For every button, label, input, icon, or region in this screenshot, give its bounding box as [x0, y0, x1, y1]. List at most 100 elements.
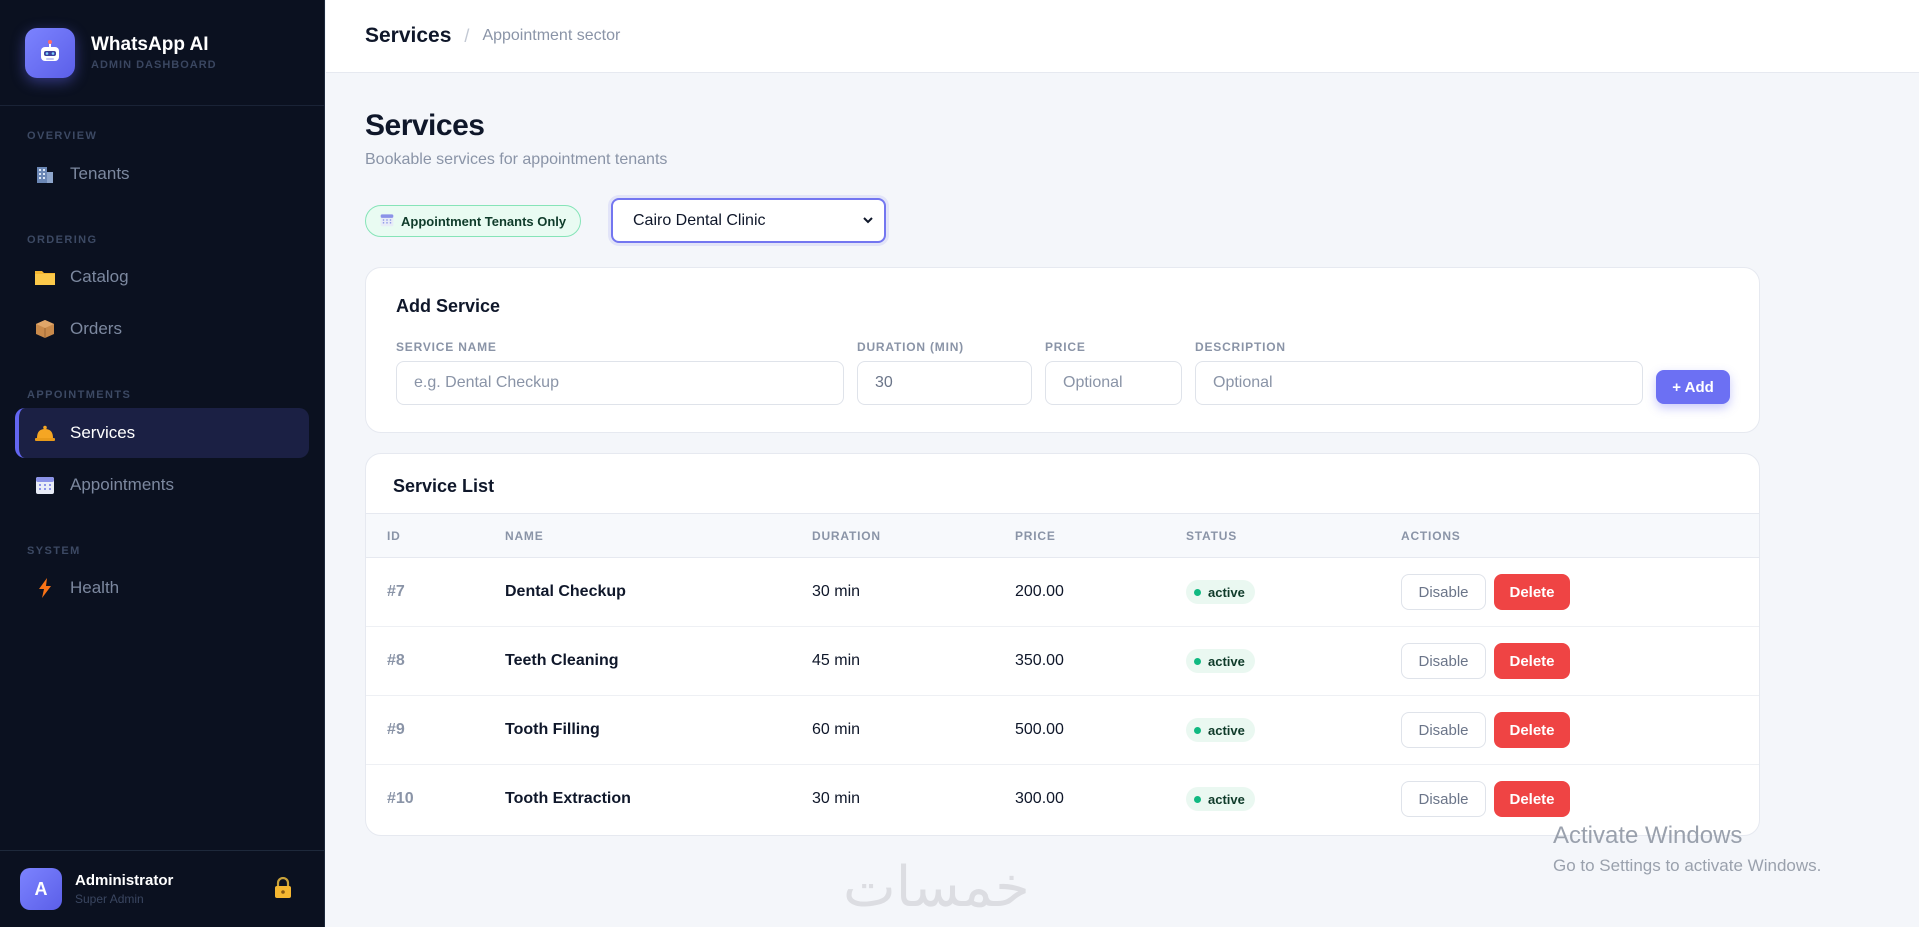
- brand-title: WhatsApp AI: [91, 34, 209, 55]
- status-label: active: [1208, 791, 1245, 807]
- user-role: Super Admin: [75, 892, 144, 906]
- status-label: active: [1208, 653, 1245, 669]
- delete-button[interactable]: Delete: [1494, 712, 1570, 748]
- sidebar-item-label: Services: [70, 423, 136, 442]
- chevron-down-icon: [862, 212, 874, 233]
- delete-button[interactable]: Delete: [1494, 781, 1570, 817]
- column-header-name: NAME: [505, 529, 544, 543]
- row-name: Teeth Cleaning: [505, 652, 619, 669]
- windows-activation-notice: Activate Windows Go to Settings to activ…: [1553, 822, 1821, 876]
- breadcrumb-current: Services: [365, 24, 452, 47]
- row-duration: 45 min: [812, 652, 861, 669]
- status-badge: active: [1186, 787, 1255, 811]
- sidebar: WhatsApp AI ADMIN DASHBOARD OVERVIEW Ten…: [0, 0, 325, 927]
- disable-button[interactable]: Disable: [1401, 781, 1486, 817]
- activation-title: Activate Windows: [1553, 822, 1743, 849]
- row-id: #7: [387, 583, 405, 600]
- nav-section-overview: OVERVIEW: [27, 130, 98, 142]
- row-duration: 30 min: [812, 790, 861, 807]
- sidebar-item-orders[interactable]: Orders: [15, 304, 309, 354]
- avatar: A: [20, 868, 62, 910]
- row-price: 200.00: [1015, 583, 1064, 600]
- breadcrumb-sector: Appointment sector: [482, 27, 621, 44]
- row-name: Dental Checkup: [505, 583, 626, 600]
- sidebar-item-tenants[interactable]: Tenants: [15, 149, 309, 199]
- table-header: ID NAME DURATION PRICE STATUS ACTIONS: [366, 513, 1759, 558]
- column-header-duration: DURATION: [812, 529, 881, 543]
- tenant-select[interactable]: Cairo Dental Clinic: [611, 198, 886, 243]
- row-name: Tooth Filling: [505, 721, 600, 738]
- sidebar-item-label: Orders: [70, 319, 122, 338]
- breadcrumb-separator: /: [464, 25, 470, 46]
- calendar-icon: [33, 473, 57, 497]
- nav-section-appointments: APPOINTMENTS: [27, 389, 132, 401]
- service-name-input[interactable]: e.g. Dental Checkup: [396, 361, 844, 405]
- delete-button[interactable]: Delete: [1494, 643, 1570, 679]
- row-price: 500.00: [1015, 721, 1064, 738]
- disable-button[interactable]: Disable: [1401, 712, 1486, 748]
- price-input[interactable]: Optional: [1045, 361, 1182, 405]
- user-profile[interactable]: A Administrator Super Admin: [0, 850, 325, 927]
- page-subtitle: Bookable services for appointment tenant…: [365, 151, 668, 168]
- status-label: active: [1208, 722, 1245, 738]
- status-badge: active: [1186, 718, 1255, 742]
- page-title: Services: [365, 109, 485, 142]
- status-label: active: [1208, 584, 1245, 600]
- robot-icon: [25, 27, 75, 78]
- disable-button[interactable]: Disable: [1401, 574, 1486, 610]
- table-row: #8 Teeth Cleaning 45 min 350.00 active D…: [366, 627, 1759, 696]
- duration-input[interactable]: 30: [857, 361, 1032, 405]
- add-service-title: Add Service: [396, 296, 501, 316]
- watermark-logo: خمسات: [843, 855, 1030, 920]
- sidebar-item-health[interactable]: Health: [15, 563, 309, 613]
- add-service-card: Add Service SERVICE NAME e.g. Dental Che…: [365, 267, 1760, 433]
- activation-subtitle: Go to Settings to activate Windows.: [1553, 856, 1822, 875]
- column-header-actions: ACTIONS: [1401, 529, 1461, 543]
- table-row: #10 Tooth Extraction 30 min 300.00 activ…: [366, 765, 1759, 834]
- service-list-title: Service List: [393, 476, 495, 496]
- bell-icon: [33, 421, 57, 445]
- sidebar-item-label: Catalog: [70, 267, 129, 286]
- user-name: Administrator: [75, 872, 174, 889]
- delete-button[interactable]: Delete: [1494, 574, 1570, 610]
- service-list-card: Service List ID NAME DURATION PRICE STAT…: [365, 453, 1760, 836]
- tenant-select-value: Cairo Dental Clinic: [633, 212, 766, 229]
- table-row: #9 Tooth Filling 60 min 500.00 active Di…: [366, 696, 1759, 765]
- sidebar-item-services[interactable]: Services: [15, 408, 309, 458]
- row-price: 300.00: [1015, 790, 1064, 807]
- badge-label: Appointment Tenants Only: [401, 213, 567, 229]
- row-price: 350.00: [1015, 652, 1064, 669]
- duration-label: DURATION (MIN): [857, 340, 964, 354]
- nav-section-system: SYSTEM: [27, 545, 81, 557]
- row-id: #10: [387, 790, 414, 807]
- lock-icon[interactable]: [273, 876, 295, 901]
- row-id: #8: [387, 652, 405, 669]
- sidebar-item-label: Health: [70, 578, 120, 597]
- appointment-tenants-badge: Appointment Tenants Only: [365, 205, 582, 237]
- sidebar-item-catalog[interactable]: Catalog: [15, 252, 309, 302]
- folder-icon: [33, 265, 57, 289]
- breadcrumb: Services / Appointment sector: [365, 24, 620, 48]
- row-duration: 30 min: [812, 583, 861, 600]
- sidebar-item-appointments[interactable]: Appointments: [15, 460, 309, 510]
- status-badge: active: [1186, 649, 1255, 673]
- status-dot-icon: [1194, 657, 1201, 665]
- row-id: #9: [387, 721, 405, 738]
- column-header-status: STATUS: [1186, 529, 1238, 543]
- description-label: DESCRIPTION: [1195, 340, 1286, 354]
- row-duration: 60 min: [812, 721, 861, 738]
- topbar: Services / Appointment sector: [326, 0, 1919, 73]
- status-dot-icon: [1194, 588, 1201, 596]
- description-input[interactable]: Optional: [1195, 361, 1643, 405]
- service-name-label: SERVICE NAME: [396, 340, 497, 354]
- nav-section-ordering: ORDERING: [27, 234, 98, 246]
- disable-button[interactable]: Disable: [1401, 643, 1486, 679]
- column-header-price: PRICE: [1015, 529, 1056, 543]
- table-row: #7 Dental Checkup 30 min 200.00 active D…: [366, 558, 1759, 627]
- brand: WhatsApp AI ADMIN DASHBOARD: [0, 0, 324, 106]
- status-dot-icon: [1194, 726, 1201, 734]
- building-icon: [33, 162, 57, 186]
- row-name: Tooth Extraction: [505, 790, 631, 807]
- add-service-button[interactable]: + Add: [1656, 370, 1730, 404]
- package-icon: [33, 317, 57, 341]
